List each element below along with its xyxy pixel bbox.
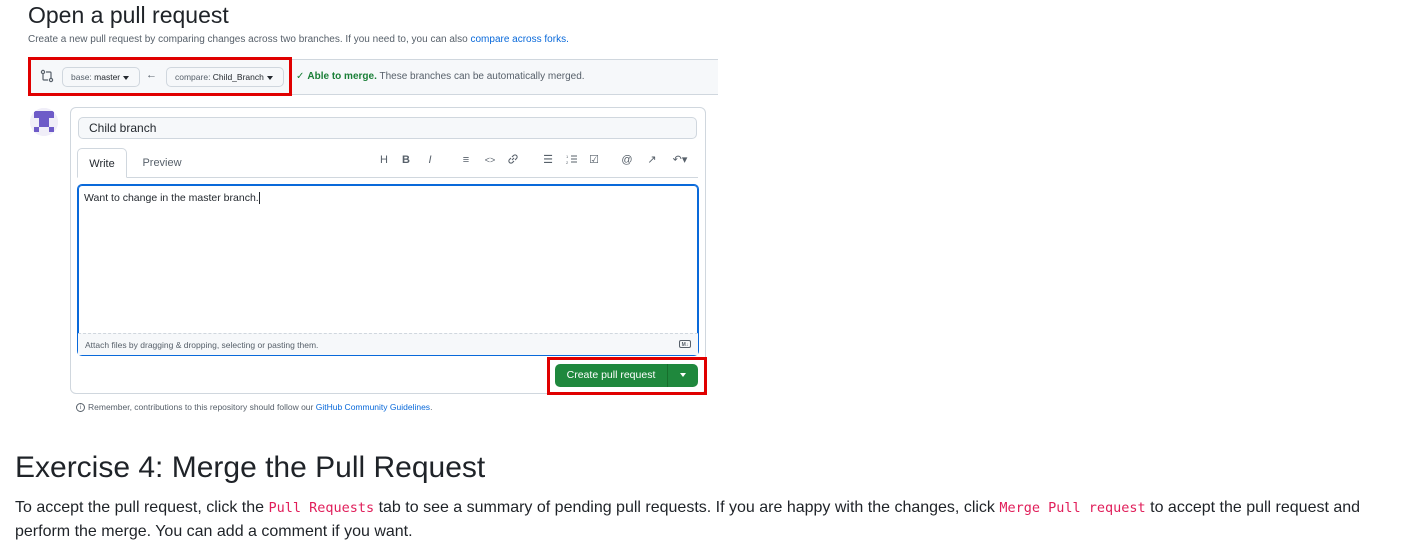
merge-status: ✓ Able to merge. These branches can be au… xyxy=(296,71,585,82)
exercise-paragraph: To accept the pull request, click the Pu… xyxy=(15,496,1405,543)
markdown-icon: M↓ xyxy=(679,340,691,348)
code-pull-requests: Pull Requests xyxy=(268,500,375,516)
check-icon: ✓ xyxy=(296,71,305,82)
svg-text:1: 1 xyxy=(566,154,569,159)
merge-ok-label: Able to merge. xyxy=(307,71,377,82)
subtitle-text: Create a new pull request by comparing c… xyxy=(28,34,471,45)
ordered-list-icon[interactable]: 1 2 xyxy=(565,153,579,165)
attach-files-bar[interactable]: Attach files by dragging & dropping, sel… xyxy=(78,333,698,355)
pr-title-input[interactable] xyxy=(78,117,697,139)
italic-icon[interactable]: I xyxy=(423,153,437,167)
para-text-2: tab to see a summary of pending pull req… xyxy=(374,499,1000,516)
code-icon[interactable]: <> xyxy=(483,153,497,167)
guidelines-note: i Remember, contributions to this reposit… xyxy=(76,402,433,413)
pr-body-value: Want to change in the master branch. xyxy=(84,192,259,204)
avatar xyxy=(30,108,58,136)
highlight-box xyxy=(547,357,707,395)
heading-icon[interactable]: H xyxy=(377,153,391,167)
bold-icon[interactable]: B xyxy=(399,153,413,167)
task-list-icon[interactable]: ☑ xyxy=(587,153,601,167)
page-subtitle: Create a new pull request by comparing c… xyxy=(28,34,569,45)
undo-icon[interactable]: ↶▾ xyxy=(669,153,691,167)
info-icon: i xyxy=(76,403,85,413)
mention-icon[interactable]: @ xyxy=(620,153,634,167)
community-guidelines-link[interactable]: GitHub Community Guidelines xyxy=(316,402,430,412)
tab-preview[interactable]: Preview xyxy=(132,148,192,178)
merge-detail: These branches can be automatically merg… xyxy=(376,71,585,82)
compare-across-forks-link[interactable]: compare across forks. xyxy=(470,34,568,45)
svg-text:2: 2 xyxy=(566,160,569,165)
exercise-heading: Exercise 4: Merge the Pull Request xyxy=(15,451,486,484)
unordered-list-icon[interactable]: ☰ xyxy=(541,153,555,167)
pr-body-text: Want to change in the master branch. xyxy=(84,192,260,205)
reference-icon[interactable]: ↗ xyxy=(645,153,659,167)
page-title: Open a pull request xyxy=(28,2,229,28)
tab-write[interactable]: Write xyxy=(77,148,127,178)
quote-icon[interactable]: ≡ xyxy=(459,153,473,167)
text-cursor xyxy=(258,192,260,205)
highlight-box xyxy=(28,57,292,96)
para-text-1: To accept the pull request, click the xyxy=(15,499,269,516)
guidelines-end: . xyxy=(430,402,433,412)
link-icon[interactable] xyxy=(506,153,520,165)
code-merge-pull-request: Merge Pull request xyxy=(999,500,1146,516)
guidelines-text: Remember, contributions to this reposito… xyxy=(88,402,316,412)
pr-body-textarea[interactable] xyxy=(77,184,699,356)
